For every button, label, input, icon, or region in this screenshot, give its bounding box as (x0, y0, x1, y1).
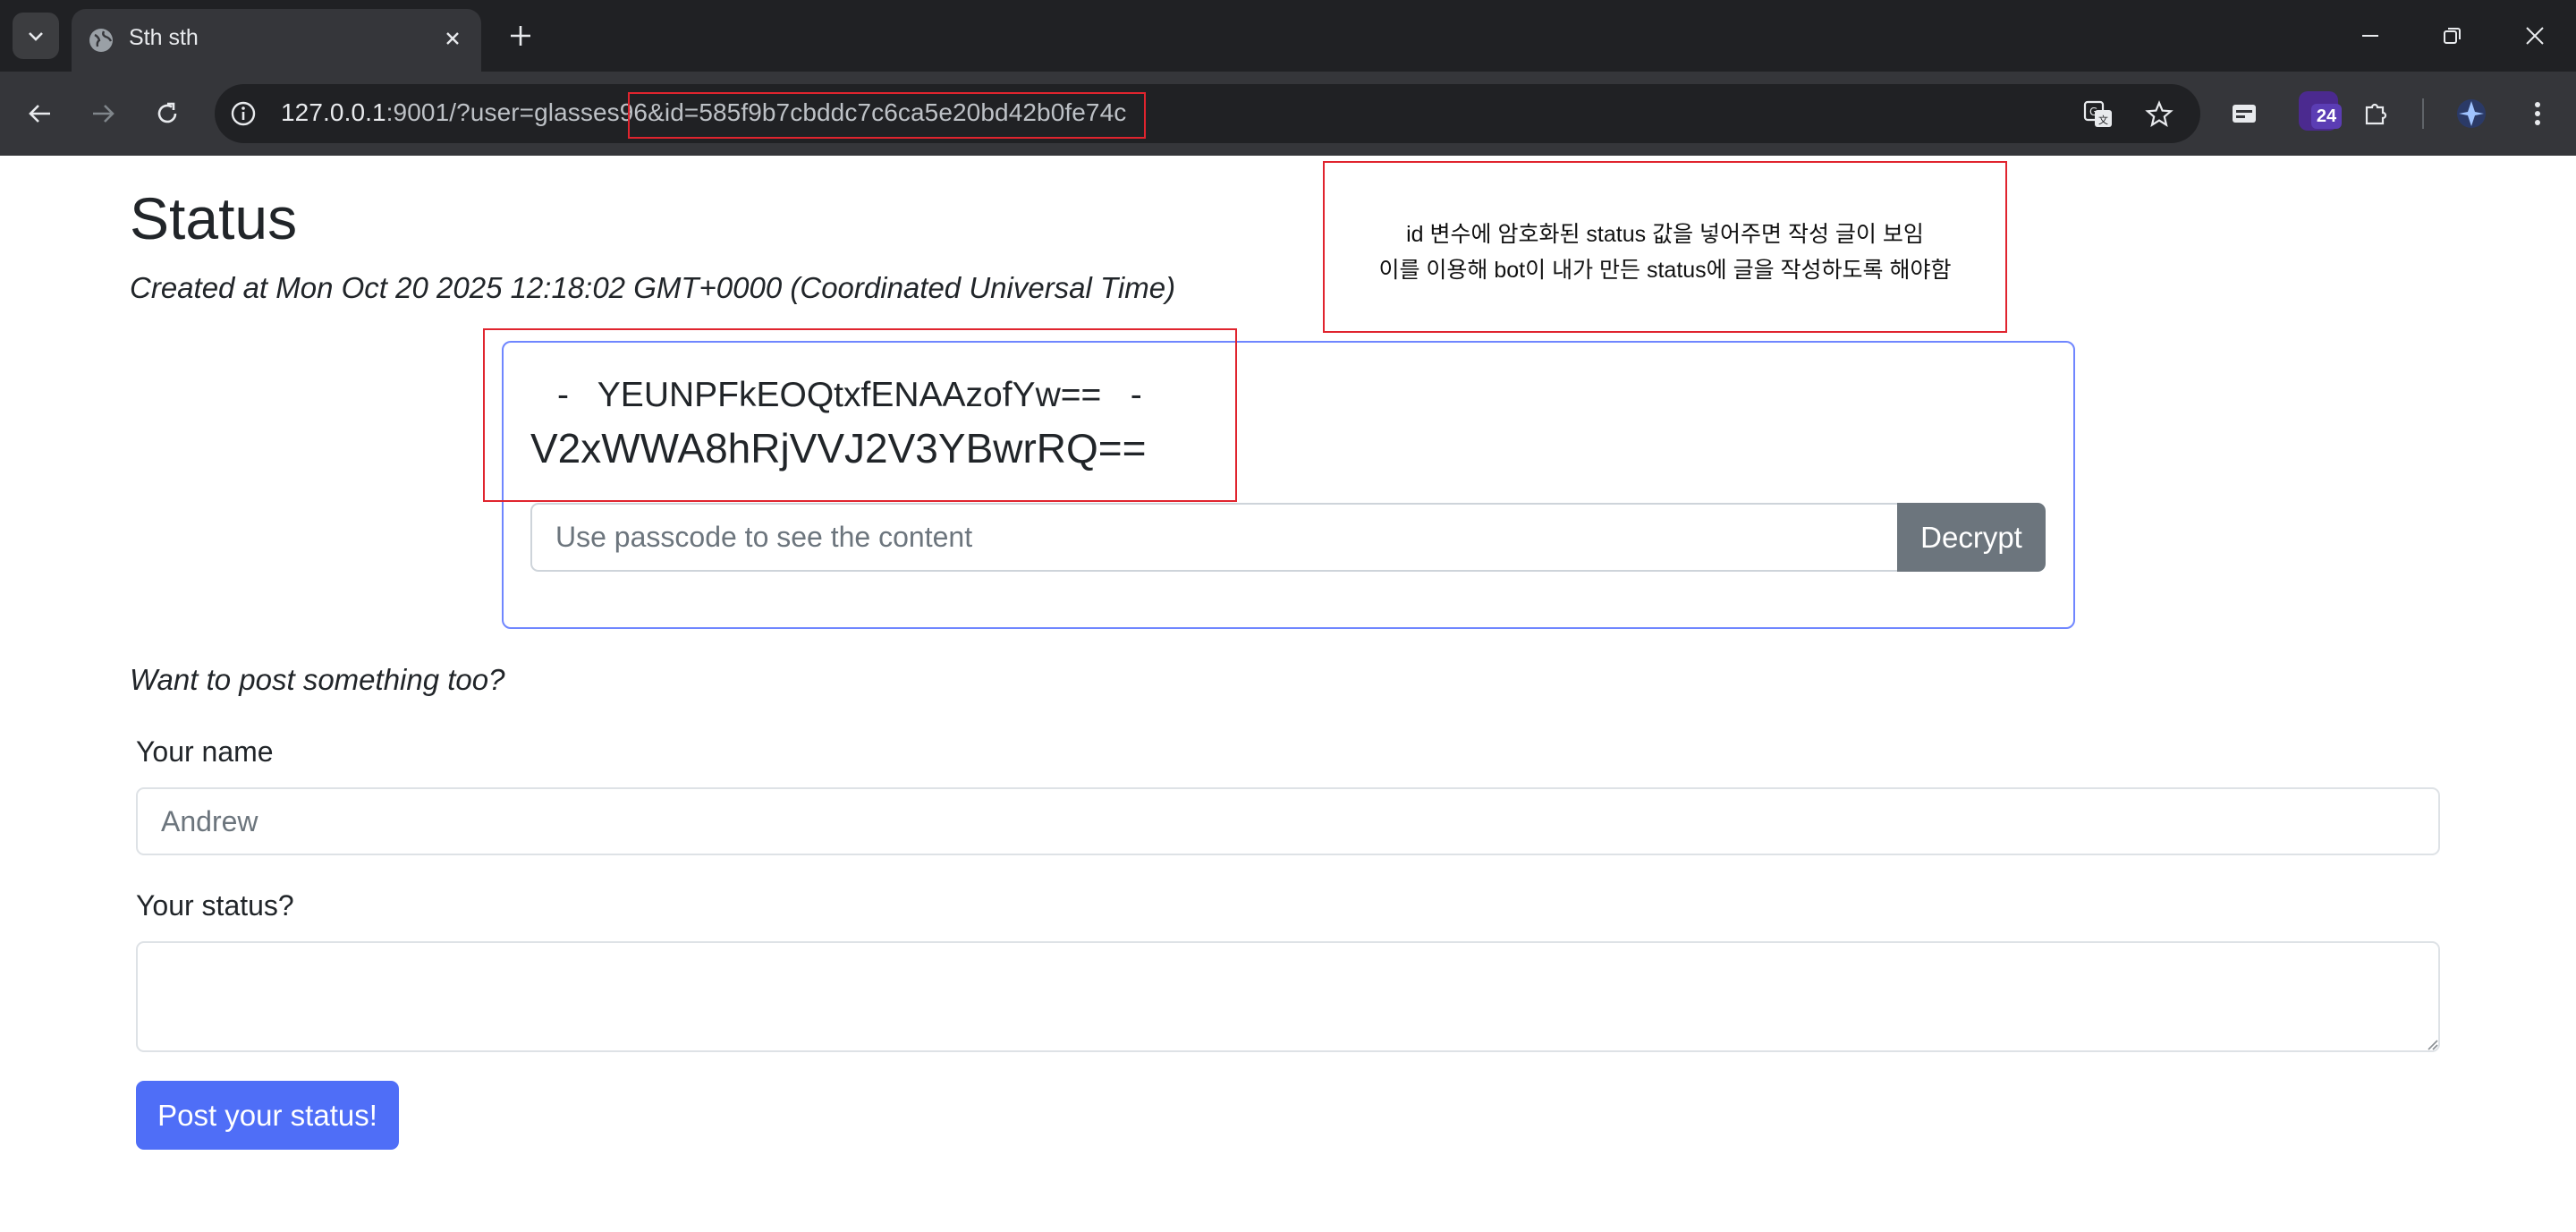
tab-title: Sth sth (129, 25, 199, 50)
post-prompt: Want to post something too? (130, 663, 505, 696)
annotation-box-status-text (483, 328, 1237, 502)
page-title: Status (130, 185, 298, 251)
arrow-left-icon (29, 105, 50, 123)
extension-button-1[interactable] (2224, 93, 2265, 134)
annotation-note-line-2: 이를 이용해 bot이 내가 만든 status에 글을 작성하도록 해야함 (1378, 258, 1952, 283)
svg-text:G: G (2089, 106, 2097, 118)
extensions-menu-button[interactable] (2356, 93, 2397, 134)
post-status-button[interactable]: Post your status! (136, 1081, 399, 1150)
site-info-icon[interactable] (229, 99, 258, 128)
restore-button[interactable] (2426, 16, 2479, 55)
browser-tab-active[interactable]: Sth sth (72, 9, 481, 72)
profile-button[interactable] (2451, 93, 2492, 134)
chevron-down-icon (29, 32, 43, 41)
extension-badge-button[interactable]: 24 (2299, 91, 2342, 132)
annotation-note-line-1: id 변수에 암호화된 status 값을 넣어주면 작성 글이 보임 (1406, 222, 1924, 247)
forward-button[interactable] (80, 91, 125, 136)
name-label: Your name (136, 735, 274, 768)
created-timestamp: Created at Mon Oct 20 2025 12:18:02 GMT+… (130, 271, 1176, 304)
status-label: Your status? (136, 889, 294, 922)
window-close-button[interactable] (2508, 16, 2562, 55)
new-tab-button[interactable] (503, 18, 538, 54)
minimize-icon (2362, 35, 2378, 37)
translate-icon: G 文 (2083, 100, 2112, 127)
reload-icon (157, 102, 177, 123)
address-bar[interactable]: 127.0.0.1:9001/?user=glasses96&id=585f9b… (215, 84, 2200, 143)
puzzle-icon (2365, 103, 2387, 125)
tab-search-button[interactable] (13, 13, 59, 59)
browser-menu-button[interactable] (2517, 93, 2558, 134)
svg-text:文: 文 (2098, 114, 2108, 126)
close-icon (446, 32, 459, 45)
tab-close-button[interactable] (438, 24, 467, 53)
resize-grip-icon[interactable] (2424, 1036, 2438, 1050)
annotation-note: id 변수에 암호화된 status 값을 넣어주면 작성 글이 보임 이를 이… (1323, 161, 2007, 333)
globe-icon (89, 29, 113, 52)
name-input[interactable] (136, 787, 2440, 855)
toolbar-separator (2422, 98, 2424, 129)
plus-icon (511, 26, 530, 46)
restore-icon (2444, 28, 2461, 44)
status-textarea[interactable] (136, 941, 2440, 1052)
annotation-box-url-id (628, 92, 1146, 139)
screenshot-root: Sth sth 127.0.0.1:9001/?user=glasses96&i… (0, 0, 2576, 1232)
minimize-button[interactable] (2343, 16, 2397, 55)
reload-button[interactable] (145, 91, 190, 136)
star-icon (2145, 100, 2174, 127)
more-vertical-icon (2535, 102, 2540, 125)
close-icon (2526, 27, 2544, 45)
back-button[interactable] (18, 91, 63, 136)
passcode-input[interactable] (530, 503, 1899, 572)
bookmark-button[interactable] (2143, 98, 2175, 131)
translate-button[interactable]: G 文 (2082, 98, 2114, 131)
browser-toolbar: 127.0.0.1:9001/?user=glasses96&id=585f9b… (0, 72, 2576, 156)
extension-app-icon (2233, 105, 2256, 123)
decrypt-button[interactable]: Decrypt (1897, 503, 2046, 572)
browser-tab-strip: Sth sth (0, 0, 2576, 72)
url-host: 127.0.0.1 (281, 98, 386, 126)
arrow-right-icon (93, 105, 114, 123)
profile-avatar-icon (2457, 99, 2486, 128)
extension-badge-count: 24 (2311, 104, 2342, 129)
